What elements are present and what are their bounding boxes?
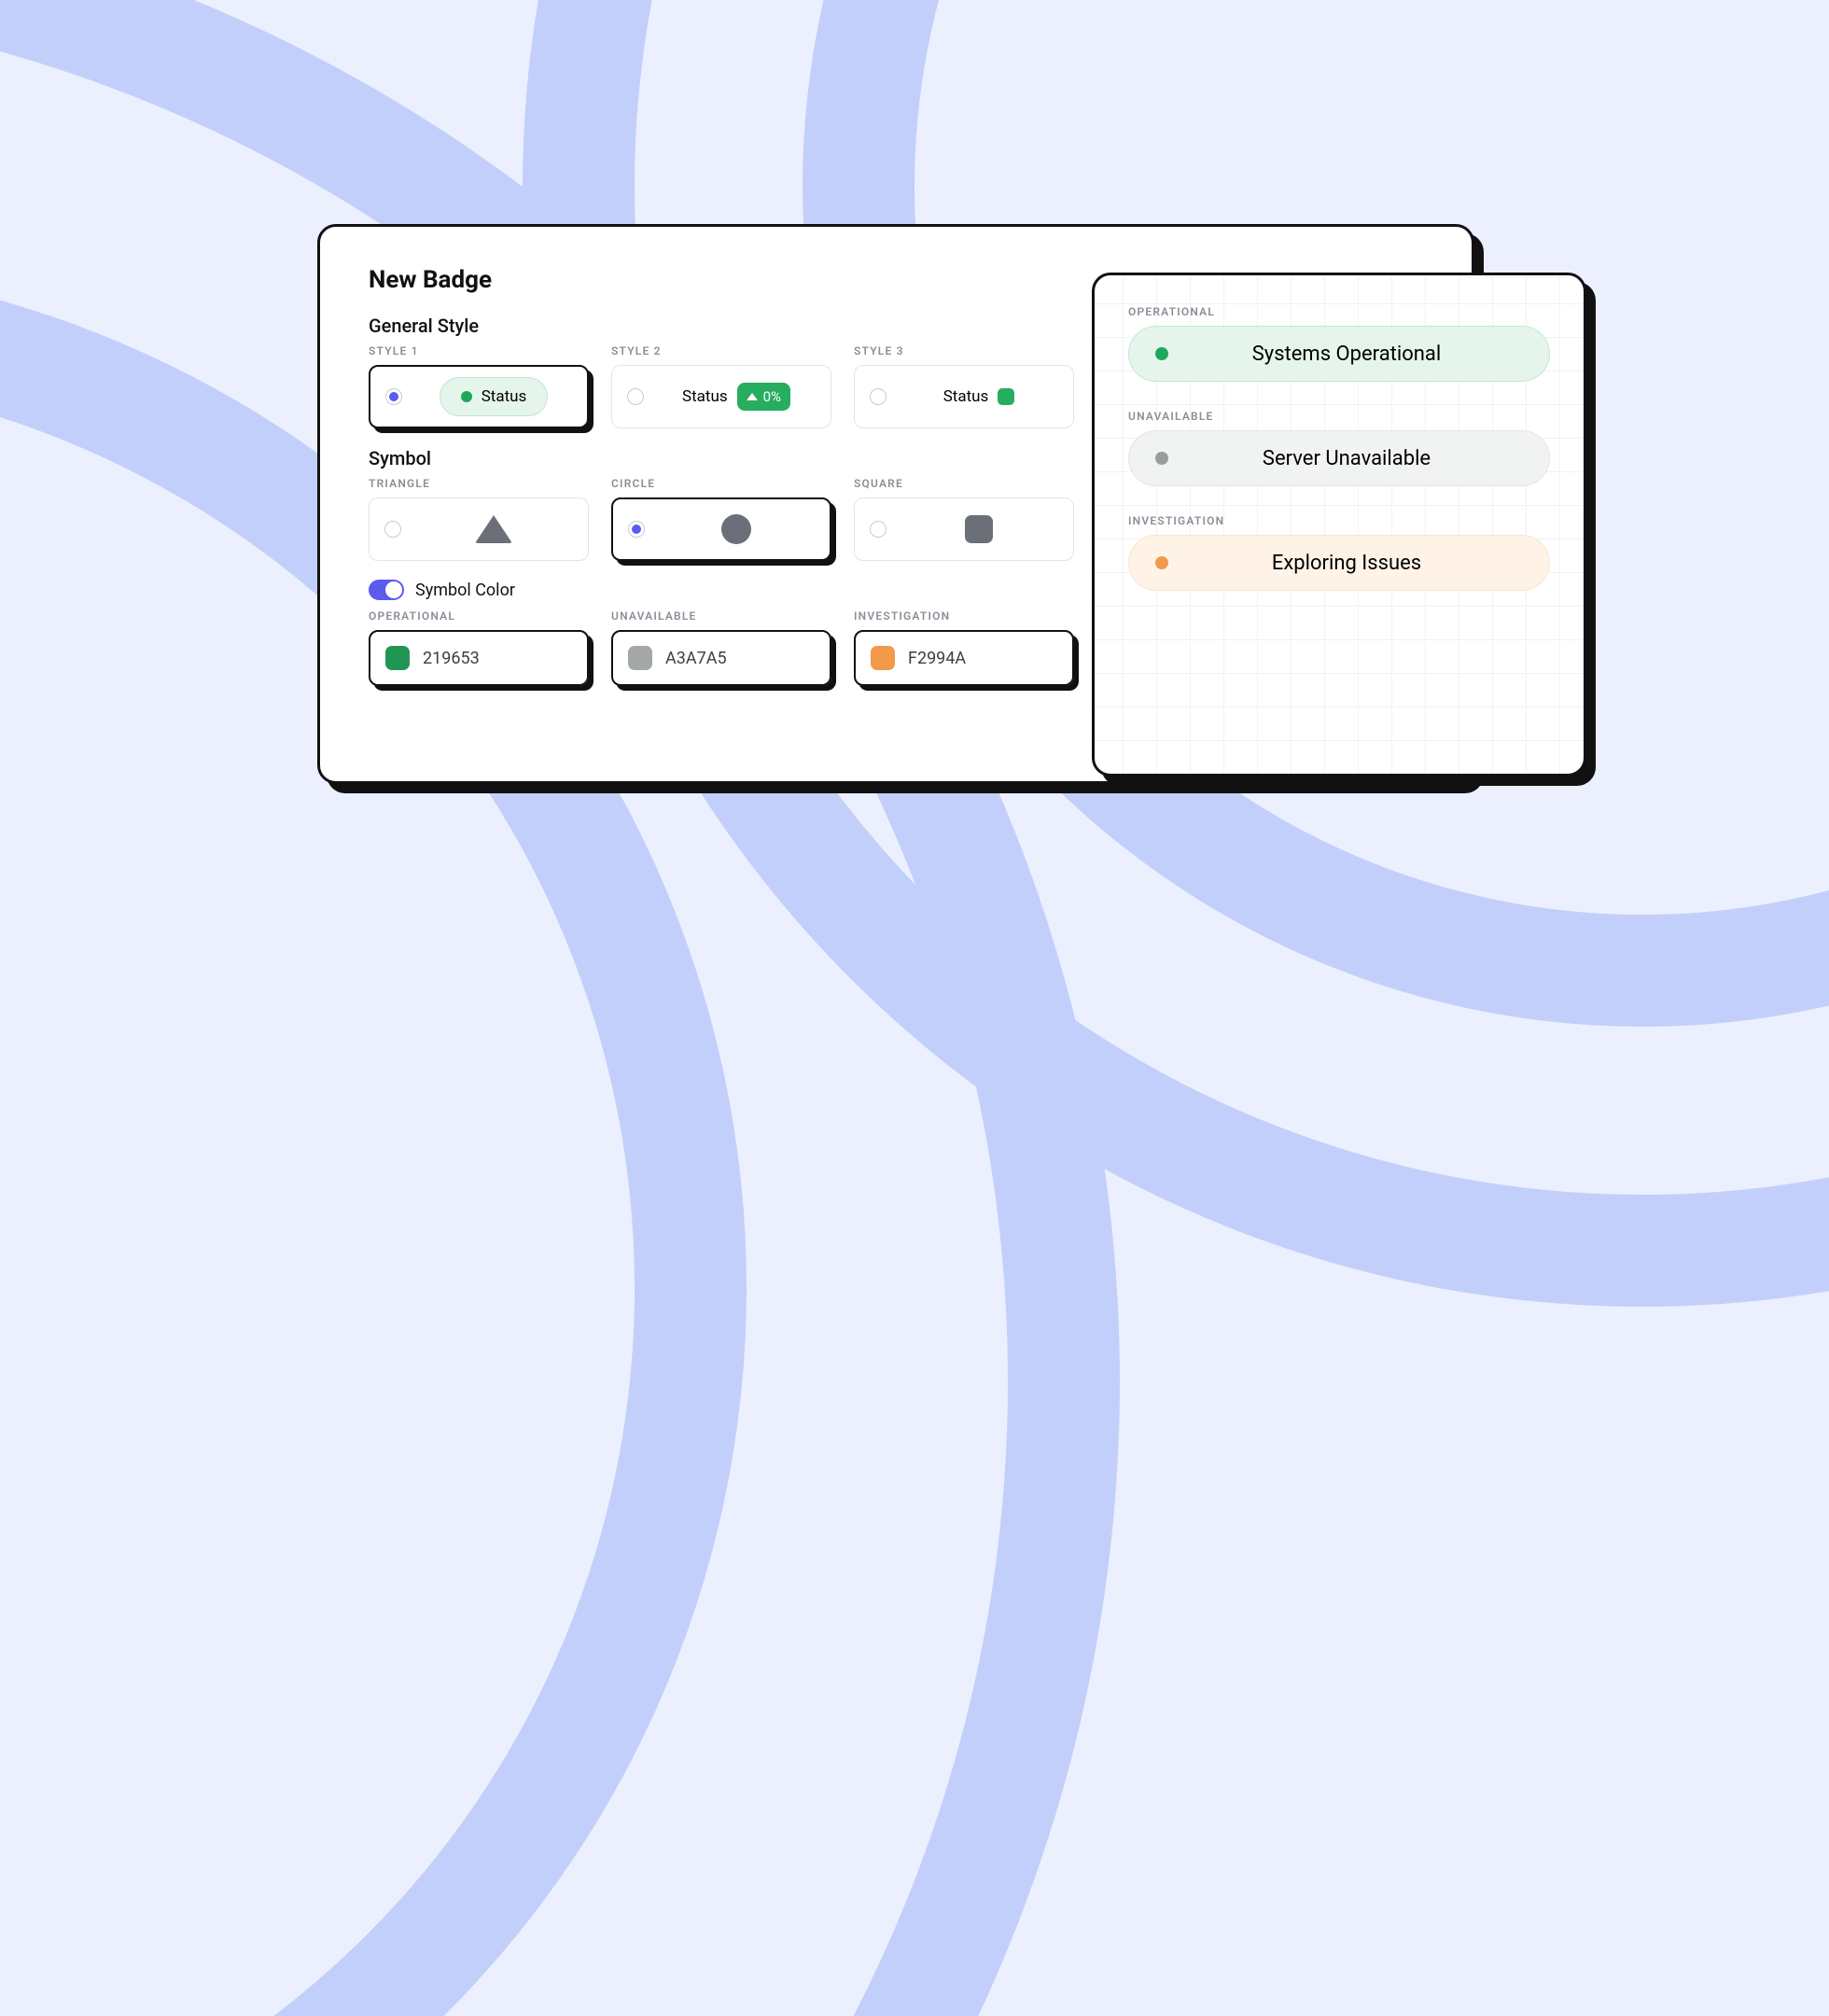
label-investigation: INVESTIGATION bbox=[854, 609, 1074, 623]
style-option-3[interactable]: Status bbox=[854, 365, 1074, 428]
label-square: SQUARE bbox=[854, 477, 1074, 490]
label-circle: CIRCLE bbox=[611, 477, 831, 490]
badge-text: Status bbox=[943, 387, 989, 406]
hex-value: A3A7A5 bbox=[665, 649, 727, 668]
preview-badge-unavailable: Server Unavailable bbox=[1128, 430, 1550, 486]
square-icon bbox=[998, 388, 1014, 405]
symbol-color-toggle-label: Symbol Color bbox=[415, 581, 515, 600]
color-input-unavailable[interactable]: A3A7A5 bbox=[611, 630, 831, 686]
radio-icon bbox=[870, 388, 887, 405]
badge-preview-card: OPERATIONAL Systems Operational UNAVAILA… bbox=[1092, 273, 1586, 777]
label-unavailable: UNAVAILABLE bbox=[611, 609, 831, 623]
label-style-1: STYLE 1 bbox=[369, 344, 589, 357]
radio-icon bbox=[385, 388, 402, 405]
triangle-up-icon bbox=[747, 393, 758, 400]
badge-preview-pill: Status bbox=[440, 377, 549, 416]
radio-icon bbox=[870, 521, 887, 538]
style-option-1[interactable]: Status bbox=[369, 365, 589, 428]
status-dot-icon bbox=[1155, 556, 1168, 569]
percent-text: 0% bbox=[763, 388, 781, 405]
label-operational: OPERATIONAL bbox=[369, 609, 589, 623]
status-dot-icon bbox=[1155, 452, 1168, 465]
symbol-option-triangle[interactable] bbox=[369, 497, 589, 561]
preview-badge-text: Systems Operational bbox=[1170, 343, 1523, 366]
color-swatch bbox=[871, 646, 895, 670]
square-icon bbox=[965, 515, 993, 543]
preview-badge-investigation: Exploring Issues bbox=[1128, 535, 1550, 591]
hex-value: F2994A bbox=[908, 649, 966, 668]
triangle-icon bbox=[475, 515, 512, 543]
symbol-option-square[interactable] bbox=[854, 497, 1074, 561]
color-input-operational[interactable]: 219653 bbox=[369, 630, 589, 686]
circle-icon bbox=[721, 514, 751, 544]
status-dot-icon bbox=[461, 391, 472, 402]
badge-preview-inline: Status bbox=[943, 387, 1015, 406]
symbol-color-toggle[interactable] bbox=[369, 580, 404, 600]
badge-preview-inline: Status 0% bbox=[682, 383, 790, 411]
color-input-investigation[interactable]: F2994A bbox=[854, 630, 1074, 686]
color-swatch bbox=[628, 646, 652, 670]
preview-label-unavailable: UNAVAILABLE bbox=[1128, 410, 1550, 423]
radio-icon bbox=[627, 388, 644, 405]
badge-text: Status bbox=[482, 387, 527, 406]
preview-label-operational: OPERATIONAL bbox=[1128, 305, 1550, 318]
preview-badge-text: Server Unavailable bbox=[1170, 447, 1523, 470]
status-dot-icon bbox=[1155, 347, 1168, 360]
label-style-2: STYLE 2 bbox=[611, 344, 831, 357]
radio-icon bbox=[628, 521, 645, 538]
radio-icon bbox=[384, 521, 401, 538]
preview-label-investigation: INVESTIGATION bbox=[1128, 514, 1550, 527]
preview-badge-text: Exploring Issues bbox=[1170, 552, 1523, 575]
symbol-option-circle[interactable] bbox=[611, 497, 831, 561]
style-option-2[interactable]: Status 0% bbox=[611, 365, 831, 428]
color-swatch bbox=[385, 646, 410, 670]
label-triangle: TRIANGLE bbox=[369, 477, 589, 490]
hex-value: 219653 bbox=[423, 649, 480, 668]
preview-badge-operational: Systems Operational bbox=[1128, 326, 1550, 382]
label-style-3: STYLE 3 bbox=[854, 344, 1074, 357]
percent-chip: 0% bbox=[737, 383, 790, 411]
badge-text: Status bbox=[682, 387, 728, 406]
